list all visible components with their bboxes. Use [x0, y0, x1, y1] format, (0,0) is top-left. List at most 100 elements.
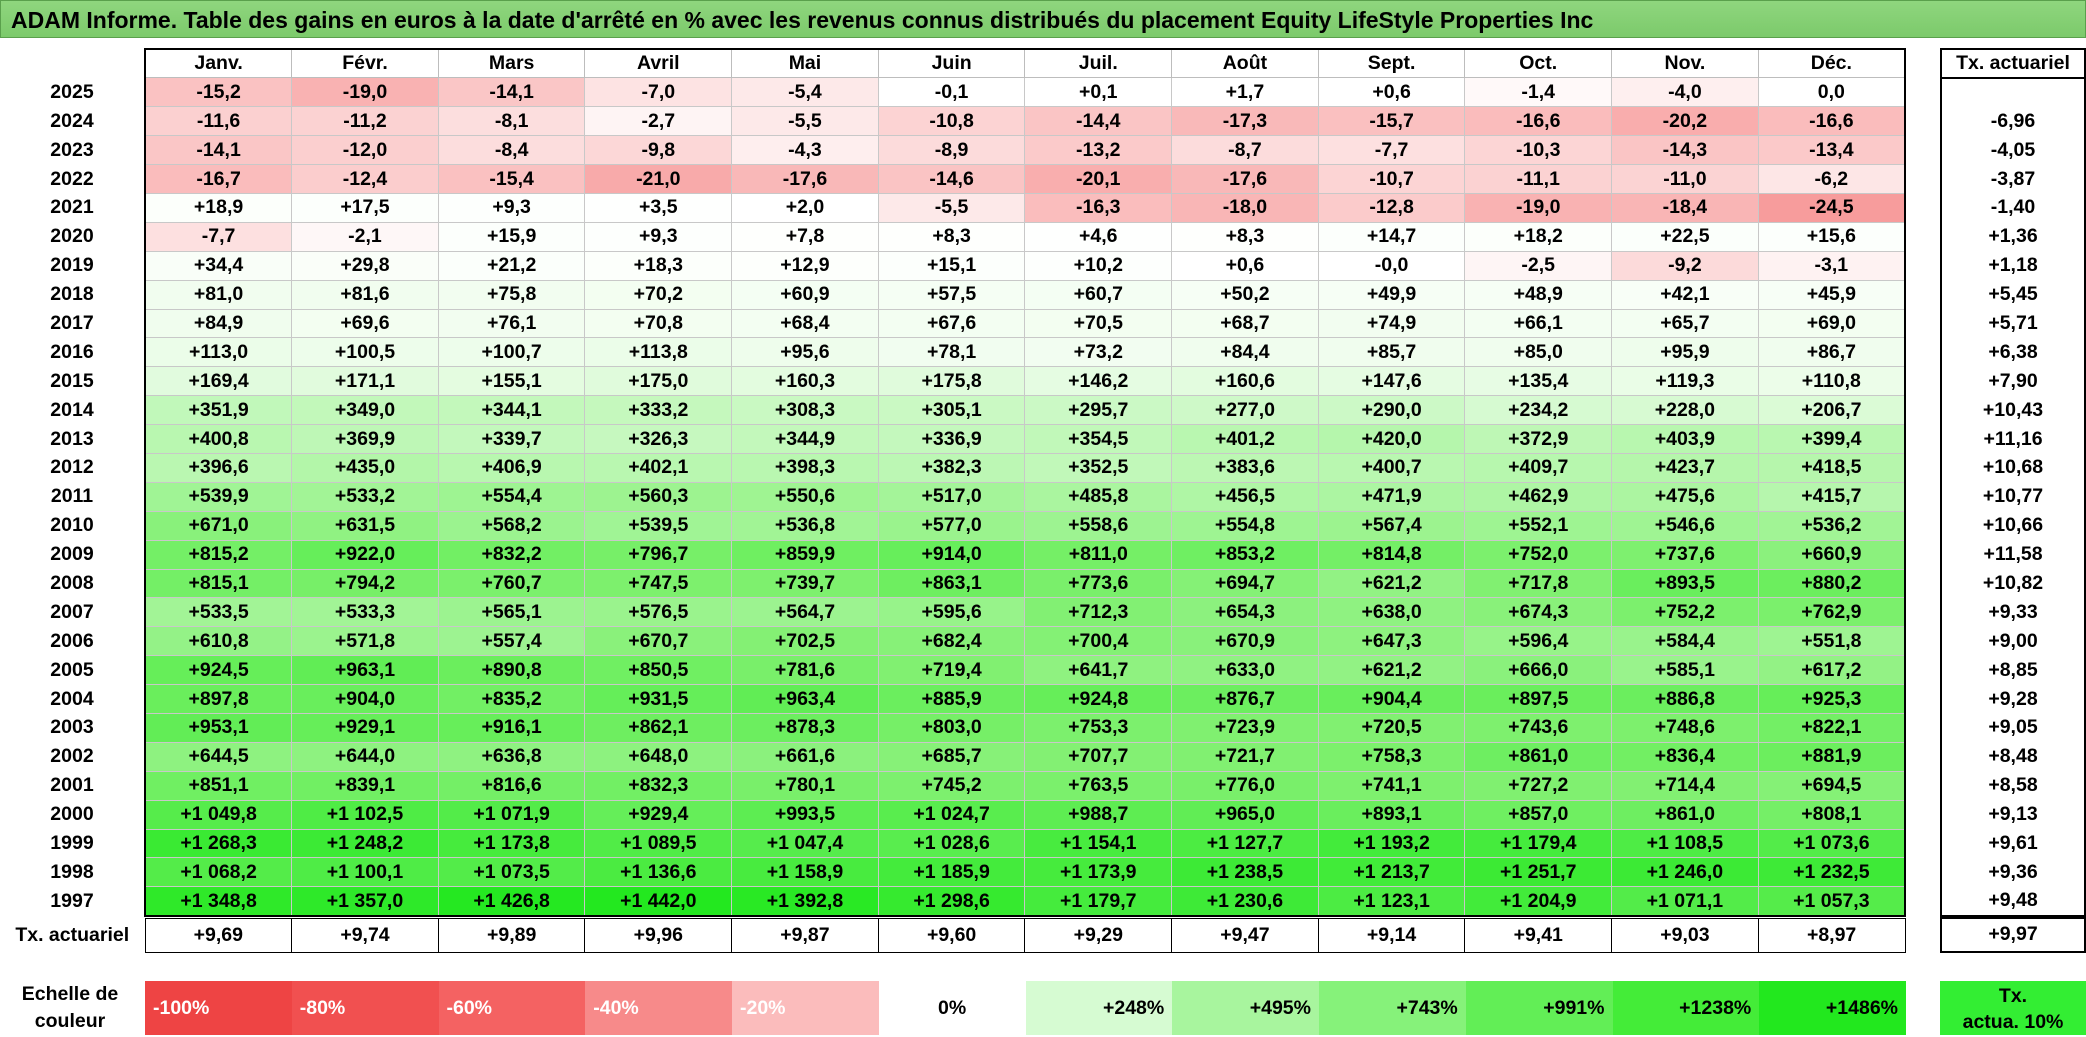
- gain-cell: +741,1: [1317, 770, 1466, 801]
- actuarial-row: +5,45: [1940, 280, 2086, 310]
- gain-cell: +536,8: [731, 510, 879, 541]
- gain-cell: +418,5: [1757, 452, 1906, 483]
- gain-cell: +816,6: [437, 770, 586, 801]
- gain-cell: -8,9: [877, 135, 1026, 166]
- gain-cell: +1 100,1: [291, 857, 439, 888]
- gain-cell: +1 392,8: [731, 886, 879, 917]
- gain-cell: +0,1: [1024, 77, 1173, 108]
- year-label: 1998: [50, 860, 94, 883]
- table-row: 1999 +1 268,3 +1 248,2 +1 173,8 +1 089,5 +1 0…: [0, 828, 1906, 859]
- gain-cell: +916,1: [437, 712, 586, 743]
- total-rate-cell: +9,96: [584, 918, 733, 954]
- actuarial-header: Tx. actuariel: [1940, 48, 2086, 79]
- gain-cell: +670,9: [1171, 626, 1319, 657]
- gain-cell: +399,4: [1757, 424, 1906, 454]
- gain-cell: +1 357,0: [291, 886, 439, 917]
- year-label: 2017: [50, 311, 94, 334]
- gain-cell: +1 071,1: [1611, 886, 1759, 917]
- gain-cell: -18,0: [1171, 192, 1319, 223]
- gain-cell: +1 089,5: [584, 828, 733, 859]
- gain-cell: +904,4: [1317, 684, 1466, 714]
- gain-cell: +859,9: [731, 539, 879, 570]
- year-label: 2025: [50, 80, 94, 103]
- gain-cell: +965,0: [1171, 799, 1319, 830]
- gain-cell: +326,3: [584, 424, 733, 454]
- gain-cell: +727,2: [1464, 770, 1613, 801]
- color-scale-swatch: 0%: [878, 981, 1026, 1035]
- table-row: 2009 +815,2 +922,0 +832,2 +796,7 +859,9 +914,0…: [0, 539, 1906, 570]
- actuarial-rate-cell: +10,77: [1940, 482, 2086, 512]
- gain-cell: +69,6: [291, 308, 439, 339]
- year-label: 2019: [50, 254, 94, 277]
- actuarial-row: +9,05: [1940, 713, 2086, 743]
- gain-cell: +1 298,6: [877, 886, 1026, 917]
- actuarial-rate-cell: -4,05: [1940, 135, 2086, 165]
- gain-cell: +113,0: [144, 337, 293, 368]
- gain-cell: +571,8: [291, 626, 439, 657]
- gain-cell: +76,1: [437, 308, 586, 339]
- gain-cell: +904,0: [291, 684, 439, 714]
- gain-cell: +550,6: [731, 481, 879, 512]
- gain-cell: +595,6: [877, 597, 1026, 628]
- actuarial-rate-cell: +7,90: [1940, 366, 2086, 396]
- gain-cell: -17,6: [731, 164, 879, 194]
- gain-cell: -11,1: [1464, 164, 1613, 194]
- gain-cell: +577,0: [877, 510, 1026, 541]
- gain-cell: -18,4: [1611, 192, 1759, 223]
- month-header-11: Nov.: [1611, 48, 1759, 79]
- actuarial-row: +9,36: [1940, 857, 2086, 887]
- year-label: 2004: [50, 687, 94, 710]
- gain-cell: +839,1: [291, 770, 439, 801]
- gain-cell: +81,0: [144, 279, 293, 310]
- gain-cell: +654,3: [1171, 597, 1319, 628]
- gain-cell: +1 127,7: [1171, 828, 1319, 859]
- gain-cell: +568,2: [437, 510, 586, 541]
- gain-cell: +85,0: [1464, 337, 1613, 368]
- gain-cell: +333,2: [584, 395, 733, 426]
- actuarial-scale-swatch: Tx. actua. 10%: [1940, 981, 2086, 1035]
- gain-cell: +228,0: [1611, 395, 1759, 426]
- overall-rate-cell: +9,97: [1940, 916, 2086, 953]
- actuarial-rate-cell: +8,48: [1940, 742, 2086, 772]
- gain-cell: +745,2: [877, 770, 1026, 801]
- table-row: 2000 +1 049,8 +1 102,5 +1 071,9 +929,4 +993,5…: [0, 799, 1906, 830]
- gain-cell: +70,8: [584, 308, 733, 339]
- gain-cell: +406,9: [437, 452, 586, 483]
- month-header-10: Oct.: [1464, 48, 1613, 79]
- gain-cell: +74,9: [1317, 308, 1466, 339]
- gain-cell: +1 136,6: [584, 857, 733, 888]
- color-scale-swatch: +495%: [1172, 981, 1319, 1035]
- table-row: 2025 -15,2 -19,0 -14,1 -7,0 -5,4 -0,1 +0,1 +1,7 +…: [0, 77, 1906, 108]
- gain-cell: +10,2: [1024, 250, 1173, 281]
- color-scale-swatch: -60%: [438, 981, 586, 1035]
- gain-cell: +21,2: [437, 250, 586, 281]
- gain-cell: +714,4: [1611, 770, 1759, 801]
- color-scale-swatch: -80%: [291, 981, 439, 1035]
- gain-cell: +60,9: [731, 279, 879, 310]
- gain-cell: +897,8: [144, 684, 293, 714]
- table-row: 2024 -11,6 -11,2 -8,1 -2,7 -5,5 -10,8 -14,4 -17,…: [0, 106, 1906, 137]
- gain-cell: +2,0: [731, 192, 879, 223]
- gain-cell: +815,1: [144, 568, 293, 599]
- month-header-9: Sept.: [1317, 48, 1466, 79]
- gains-table: Janv. Févr. Mars Avril Mai Juin Juil. Août Sept.…: [0, 48, 1906, 954]
- gain-cell: +86,7: [1757, 337, 1906, 368]
- gain-cell: +290,0: [1317, 395, 1466, 426]
- gain-cell: +835,2: [437, 684, 586, 714]
- gain-cell: +1 268,3: [144, 828, 293, 859]
- gain-cell: +398,3: [731, 452, 879, 483]
- gain-cell: +567,4: [1317, 510, 1466, 541]
- gain-cell: +702,5: [731, 626, 879, 657]
- month-header-4: Avril: [584, 48, 733, 79]
- month-header-12: Déc.: [1757, 48, 1906, 79]
- gain-cell: +1 102,5: [291, 799, 439, 830]
- gain-cell: +1 047,4: [731, 828, 879, 859]
- gain-cell: +1 028,6: [877, 828, 1026, 859]
- gain-cell: -14,1: [144, 135, 293, 166]
- gain-cell: +644,5: [144, 741, 293, 772]
- gain-cell: +382,3: [877, 452, 1026, 483]
- table-row: 2007 +533,5 +533,3 +565,1 +576,5 +564,7 +595,6…: [0, 597, 1906, 628]
- actuarial-scale-line1: Tx.: [1998, 985, 2028, 1007]
- actuarial-row: +11,16: [1940, 424, 2086, 454]
- gain-cell: +69,0: [1757, 308, 1906, 339]
